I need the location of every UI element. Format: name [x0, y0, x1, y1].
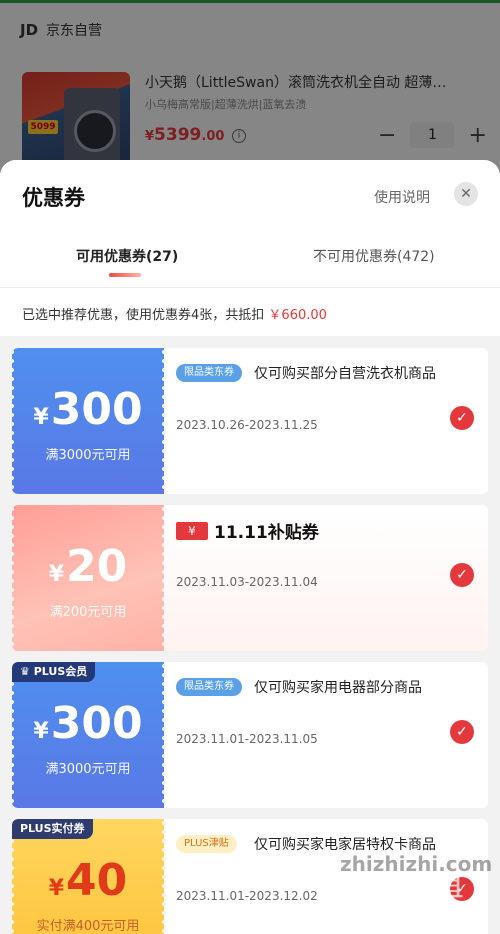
coupon-title: 仅可购买部分自营洗衣机商品 — [254, 366, 436, 382]
coupon-title: 11.11补贴券 — [214, 523, 319, 543]
crown-icon: ♛ — [20, 665, 30, 678]
usage-help-link[interactable]: 使用说明 — [374, 187, 430, 207]
checkmark-icon[interactable]: ✓ — [450, 406, 474, 430]
coupon-condition: 实付满400元可用 — [36, 919, 140, 934]
coupon-list: ¥300 满3000元可用 限品类东券 仅可购买部分自营洗衣机商品 2023.1… — [12, 348, 488, 934]
plus-paid-badge: PLUS实付券 — [12, 819, 93, 839]
coupon-sheet: 优惠券 使用说明 ✕ 可用优惠券(27) 不可用优惠券(472) 已选中推荐优惠… — [0, 160, 500, 934]
coupon-tag: 限品类东券 — [176, 364, 242, 382]
checkmark-icon[interactable]: ✓ — [450, 720, 474, 744]
coupon-detail: 限品类东券 仅可购买部分自营洗衣机商品 2023.10.26-2023.11.2… — [164, 348, 488, 494]
coupon-tag: PLUS津贴 — [176, 835, 237, 853]
coupon-amount: ¥300 — [33, 384, 143, 435]
summary-text: 已选中推荐优惠，使用优惠券4张，共抵扣 — [22, 308, 265, 323]
coupon-card[interactable]: ¥20 满200元可用 ¥ 11.11补贴券 2023.11.03-2023.1… — [12, 505, 488, 651]
tab-available[interactable]: 可用优惠券(27) — [76, 246, 178, 266]
watermark-text: zhizhizhi.com — [340, 852, 493, 876]
coupon-value-panel: ¥300 满3000元可用 — [12, 348, 166, 494]
coupon-condition: 满3000元可用 — [45, 762, 131, 777]
discount-summary: 已选中推荐优惠，使用优惠券4张，共抵扣 ￥660.00 — [0, 288, 500, 336]
coupon-condition: 满3000元可用 — [45, 448, 131, 463]
subsidy-coupon-logo: ¥ 11.11补贴券 — [176, 518, 319, 543]
coupon-tag: 限品类东券 — [176, 678, 242, 696]
summary-amount: ￥660.00 — [268, 308, 327, 323]
coupon-date: 2023.11.03-2023.11.04 — [176, 575, 318, 589]
coupon-card[interactable]: ¥300 满3000元可用 限品类东券 仅可购买部分自营洗衣机商品 2023.1… — [12, 348, 488, 494]
checkmark-icon[interactable]: ✓ — [450, 563, 474, 587]
close-icon[interactable]: ✕ — [454, 182, 478, 206]
coupon-date: 2023.11.01-2023.11.05 — [176, 732, 318, 746]
sheet-header: 优惠券 使用说明 ✕ — [0, 160, 500, 230]
coupon-value-panel: ♛ PLUS会员 ¥300 满3000元可用 — [12, 662, 166, 808]
coupon-date: 2023.10.26-2023.11.25 — [176, 418, 318, 432]
coupon-condition: 满200元可用 — [49, 605, 127, 620]
coupon-value-panel: ¥20 满200元可用 — [12, 505, 166, 651]
yen-box-icon: ¥ — [176, 521, 208, 540]
coupon-date: 2023.11.01-2023.12.02 — [176, 889, 318, 903]
coupon-title: 仅可购买家用电器部分商品 — [254, 680, 422, 696]
active-tab-indicator — [109, 273, 141, 277]
coupon-value-panel: PLUS实付券 ¥40 实付满400元可用 — [12, 819, 166, 934]
coupon-detail: ¥ 11.11补贴券 2023.11.03-2023.11.04 ✓ — [164, 505, 488, 651]
coupon-tabs: 可用优惠券(27) 不可用优惠券(472) — [0, 230, 500, 288]
coupon-amount: ¥40 — [48, 855, 128, 906]
coupon-amount: ¥20 — [48, 541, 128, 592]
sheet-title: 优惠券 — [22, 186, 85, 210]
coupon-card[interactable]: ♛ PLUS会员 ¥300 满3000元可用 限品类东券 仅可购买家用电器部分商… — [12, 662, 488, 808]
coupon-detail: 限品类东券 仅可购买家用电器部分商品 2023.11.01-2023.11.05… — [164, 662, 488, 808]
tab-unavailable[interactable]: 不可用优惠券(472) — [313, 246, 435, 266]
coupon-amount: ¥300 — [33, 698, 143, 749]
plus-member-badge: ♛ PLUS会员 — [12, 662, 96, 682]
coupon-title: 仅可购买家电家居特权卡商品 — [254, 837, 436, 853]
